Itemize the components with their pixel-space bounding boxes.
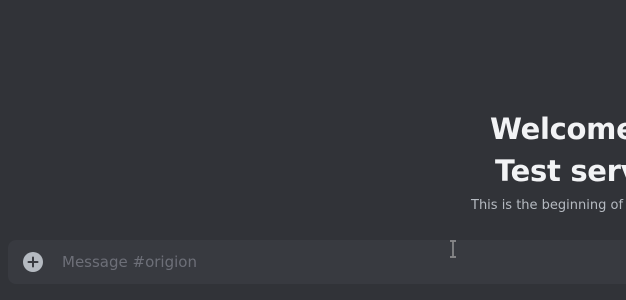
chat-area: Welcome Test serv This is the beginning …: [0, 0, 626, 300]
welcome-title-line2: Test serv: [495, 154, 626, 188]
message-input[interactable]: [62, 249, 622, 275]
text-cursor-icon: [450, 240, 456, 258]
welcome-subtitle: This is the beginning of thi: [471, 198, 626, 213]
plus-circle-icon: [27, 256, 39, 268]
message-composer: [8, 240, 626, 284]
channel-welcome: Welcome Test serv: [490, 108, 626, 192]
attach-button[interactable]: [23, 252, 43, 272]
welcome-title: Welcome Test serv: [490, 108, 626, 192]
welcome-title-line1: Welcome: [490, 112, 626, 146]
